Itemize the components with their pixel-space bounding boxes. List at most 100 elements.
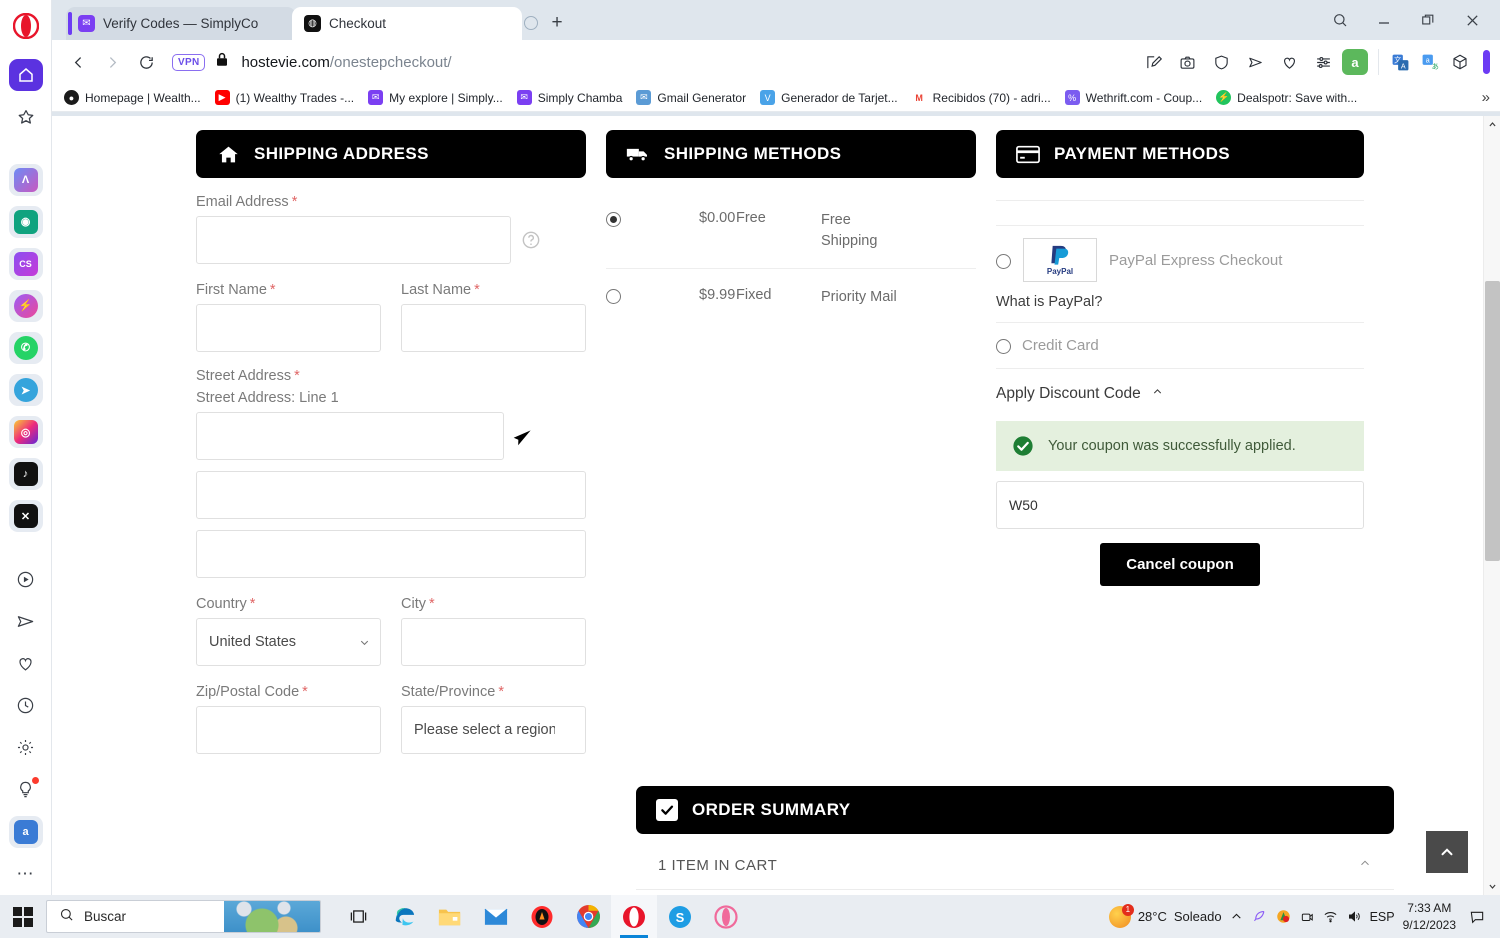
volume-icon[interactable] bbox=[1347, 909, 1362, 924]
shipping-option-radio[interactable] bbox=[606, 289, 621, 305]
page-scrollbar[interactable] bbox=[1483, 116, 1500, 895]
windows-start-icon[interactable] bbox=[0, 895, 46, 938]
google-chrome-icon[interactable] bbox=[565, 895, 611, 938]
payment-option-paypal[interactable]: PayPal PayPal Express Checkout bbox=[996, 226, 1364, 292]
bookmarks-overflow-button[interactable]: » bbox=[1482, 89, 1490, 106]
mail-icon[interactable] bbox=[473, 895, 519, 938]
bookmark-item[interactable]: ▶ (1) Wealthy Trades -... bbox=[214, 90, 354, 105]
what-is-paypal-link[interactable]: What is PayPal? bbox=[996, 292, 1364, 322]
opera-logo-icon[interactable] bbox=[11, 12, 41, 40]
state-select[interactable]: Please select a region, state or provinc… bbox=[401, 706, 586, 754]
shipping-option-row[interactable]: $9.99 Fixed Priority Mail bbox=[606, 269, 976, 324]
bookmark-item[interactable]: % Wethrift.com - Coup... bbox=[1064, 90, 1202, 105]
search-icon[interactable] bbox=[1318, 6, 1362, 34]
sidebar-item-translate[interactable]: a bbox=[8, 815, 43, 848]
clock[interactable]: 7:33 AM 9/12/2023 bbox=[1403, 900, 1456, 932]
vpn-badge[interactable]: VPN bbox=[172, 53, 206, 71]
first-name-field[interactable] bbox=[196, 304, 381, 352]
chevron-up-icon[interactable] bbox=[1358, 856, 1372, 875]
sidebar-item-tiktok[interactable]: ♪ bbox=[8, 458, 43, 491]
bookmark-item[interactable]: ✉ Gmail Generator bbox=[636, 90, 746, 105]
bookmark-item[interactable]: ⚡ Dealspotr: Save with... bbox=[1216, 90, 1357, 105]
sidebar-item-telegram[interactable]: ➤ bbox=[8, 373, 43, 407]
scroll-down-arrow-icon[interactable] bbox=[1484, 878, 1500, 895]
scroll-up-arrow-icon[interactable] bbox=[1484, 116, 1500, 133]
feather-icon[interactable] bbox=[1252, 909, 1267, 924]
street-line3-field[interactable] bbox=[196, 530, 586, 578]
language-indicator[interactable]: ESP bbox=[1370, 910, 1395, 924]
apply-discount-toggle[interactable]: Apply Discount Code bbox=[996, 369, 1364, 415]
coupon-code-field[interactable] bbox=[996, 481, 1364, 529]
zip-field[interactable] bbox=[196, 706, 381, 754]
bookmark-item[interactable]: ✉ My explore | Simply... bbox=[368, 90, 503, 105]
sidebar-item-more-options[interactable]: ⋯ bbox=[9, 858, 43, 890]
show-hidden-icons-icon[interactable] bbox=[1230, 910, 1243, 923]
forward-button[interactable] bbox=[96, 46, 128, 78]
sidebar-item-x-twitter[interactable]: ✕ bbox=[8, 500, 43, 533]
dictionary-icon[interactable]: aあ bbox=[1417, 49, 1443, 75]
sidebar-item-messenger[interactable]: ⚡ bbox=[8, 289, 43, 322]
bookmark-item[interactable]: ● Homepage | Wealth... bbox=[64, 90, 201, 105]
microsoft-edge-icon[interactable] bbox=[381, 895, 427, 938]
back-button[interactable] bbox=[62, 46, 94, 78]
payment-option-credit-card[interactable]: Credit Card bbox=[996, 323, 1364, 369]
restore-icon[interactable] bbox=[1406, 6, 1450, 34]
sidebar-item-player[interactable] bbox=[9, 563, 43, 595]
sidebar-item-aria-ai[interactable]: Λ bbox=[8, 163, 43, 196]
paypal-radio[interactable] bbox=[996, 253, 1011, 269]
scroll-to-top-button[interactable] bbox=[1426, 831, 1468, 873]
question-circle-icon[interactable] bbox=[521, 230, 541, 250]
sidebar-item-instagram[interactable]: ◎ bbox=[8, 416, 43, 449]
sidebar-toggle-handle[interactable] bbox=[1483, 50, 1490, 74]
new-tab-button[interactable]: + bbox=[544, 10, 570, 36]
browser-tab-0[interactable]: ✉ Verify Codes — SimplyCo bbox=[66, 7, 296, 40]
camera-snapshot-icon[interactable] bbox=[1172, 47, 1202, 77]
skype-icon[interactable]: S bbox=[657, 895, 703, 938]
cancel-coupon-button[interactable]: Cancel coupon bbox=[1100, 543, 1260, 586]
avast-icon[interactable] bbox=[519, 895, 565, 938]
settings-sliders-icon[interactable] bbox=[1308, 47, 1338, 77]
bookmark-item[interactable]: V Generador de Tarjet... bbox=[760, 90, 898, 105]
sidebar-item-history[interactable] bbox=[9, 689, 43, 721]
shipping-option-radio[interactable] bbox=[606, 212, 621, 227]
network-icon[interactable] bbox=[1323, 909, 1338, 924]
sidebar-item-tips-bulb[interactable] bbox=[9, 774, 43, 806]
credit-card-radio[interactable] bbox=[996, 339, 1011, 354]
city-field[interactable] bbox=[401, 618, 586, 666]
sidebar-item-settings[interactable] bbox=[9, 731, 43, 763]
shipping-option-row[interactable]: $0.00 Free Free Shipping bbox=[606, 192, 976, 270]
task-view-icon[interactable] bbox=[335, 895, 381, 938]
sidebar-item-chatsonic[interactable]: CS bbox=[8, 247, 43, 280]
package-icon[interactable] bbox=[1447, 49, 1473, 75]
notifications-icon[interactable] bbox=[1464, 909, 1490, 925]
sidebar-item-send-share[interactable] bbox=[9, 605, 43, 637]
profile-avatar[interactable]: a bbox=[1342, 49, 1368, 75]
opera-icon[interactable] bbox=[611, 895, 657, 938]
bookmark-item[interactable]: ✉ Simply Chamba bbox=[516, 90, 622, 105]
sidebar-item-chatgpt[interactable]: ◉ bbox=[8, 205, 43, 238]
street-line2-field[interactable] bbox=[196, 471, 586, 519]
email-field[interactable] bbox=[196, 216, 511, 264]
scrollbar-thumb[interactable] bbox=[1485, 281, 1500, 561]
avast-tray-icon[interactable] bbox=[1276, 909, 1291, 924]
sidebar-item-whatsapp[interactable]: ✆ bbox=[8, 331, 43, 364]
send-icon[interactable] bbox=[1240, 47, 1270, 77]
sidebar-item-favorites[interactable] bbox=[9, 101, 43, 133]
shield-icon[interactable] bbox=[1206, 47, 1236, 77]
edit-pencil-icon[interactable] bbox=[1138, 47, 1168, 77]
order-summary-items-bar[interactable]: 1 ITEM IN CART bbox=[636, 834, 1394, 890]
bookmark-item[interactable]: M Recibidos (70) - adri... bbox=[911, 90, 1051, 105]
lock-icon[interactable] bbox=[215, 52, 229, 72]
minimize-icon[interactable] bbox=[1362, 6, 1406, 34]
close-icon[interactable] bbox=[1450, 6, 1494, 34]
country-select[interactable]: United States bbox=[196, 618, 381, 666]
browser-tab-1[interactable]: ◍ Checkout bbox=[292, 7, 522, 40]
heart-icon[interactable] bbox=[1274, 47, 1304, 77]
search-input[interactable]: Buscar bbox=[46, 900, 321, 933]
opera-gx-icon[interactable] bbox=[703, 895, 749, 938]
reload-button[interactable] bbox=[130, 46, 162, 78]
url-text[interactable]: hostevie.com/onestepcheckout/ bbox=[241, 54, 1136, 71]
sidebar-item-heart[interactable] bbox=[9, 647, 43, 679]
street-line1-field[interactable] bbox=[196, 412, 504, 460]
camera-tray-icon[interactable] bbox=[1300, 910, 1314, 924]
